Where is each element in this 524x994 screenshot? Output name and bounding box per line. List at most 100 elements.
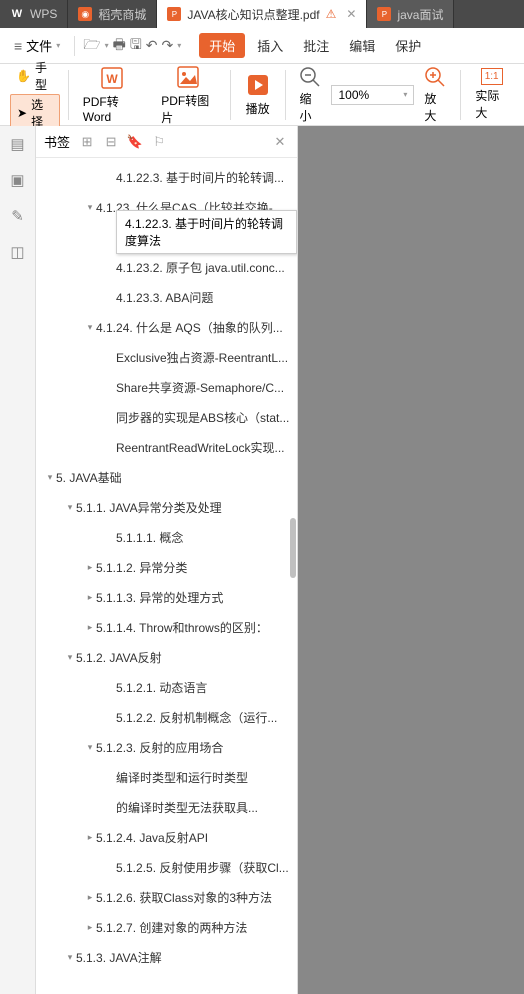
document-viewport[interactable]	[298, 126, 524, 994]
bookmark-tree-item[interactable]: ▸5.1.2.7. 创建对象的两种方法	[36, 912, 297, 942]
bookmark-tree-item[interactable]: 5.1.2.5. 反射使用步骤（获取Cl...	[36, 852, 297, 882]
collapse-toggle-icon[interactable]: ▾	[84, 202, 96, 213]
actual-size-button[interactable]: 1:1 实际大	[465, 64, 518, 125]
print-icon[interactable]: 🖶	[113, 34, 126, 58]
expand-toggle-icon[interactable]: ▸	[84, 622, 96, 633]
zoom-out-icon	[299, 66, 321, 88]
close-icon[interactable]: ✕	[346, 7, 356, 21]
bookmark-tree-item[interactable]: ▾5. JAVA基础	[36, 462, 297, 492]
bookmark-label: ReentrantReadWriteLock实现...	[116, 439, 285, 456]
actual-size-icon: 1:1	[481, 68, 503, 85]
expand-toggle-icon[interactable]: ▸	[84, 592, 96, 603]
panel-title: 书签	[44, 132, 70, 151]
bookmark-label: 5.1.1.3. 异常的处理方式	[96, 589, 223, 606]
svg-text:W: W	[106, 72, 118, 86]
pdf-icon: P	[377, 7, 391, 21]
pdf-to-image-button[interactable]: PDF转图片	[151, 60, 225, 130]
collapse-icon[interactable]: ⊟	[102, 133, 120, 151]
bookmark-label: 4.1.23.3. ABA问题	[116, 289, 213, 306]
undo-icon[interactable]: ↶	[146, 37, 158, 54]
bookmark-tree-item[interactable]: 4.1.22.3. 基于时间片的轮转调...	[36, 162, 297, 192]
expand-toggle-icon[interactable]: ▸	[84, 562, 96, 573]
bookmark-tree-item[interactable]: 5.1.1.1. 概念	[36, 522, 297, 552]
bookmark-tree-item[interactable]: ▸5.1.1.2. 异常分类	[36, 552, 297, 582]
cursor-icon: ➤	[17, 106, 27, 120]
collapse-toggle-icon[interactable]: ▾	[44, 472, 56, 483]
collapse-toggle-icon[interactable]: ▾	[64, 652, 76, 663]
bookmark-tree-item[interactable]: ▾4.1.24. 什么是 AQS（抽象的队列...	[36, 312, 297, 342]
bookmark-option-icon[interactable]: ⚐	[150, 133, 168, 151]
tab-active-document[interactable]: P JAVA核心知识点整理.pdf ⚠ ✕	[157, 0, 367, 28]
tab-label: WPS	[30, 7, 57, 21]
bookmark-tree-item[interactable]: 4.1.23.3. ABA问题	[36, 282, 297, 312]
collapse-toggle-icon[interactable]: ▾	[64, 952, 76, 963]
bookmark-tree-item[interactable]: 的编译时类型无法获取具...	[36, 792, 297, 822]
chevron-down-icon: ▾	[403, 90, 407, 99]
bookmark-label: 5.1.1.2. 异常分类	[96, 559, 187, 576]
bookmark-label: 5.1.2.5. 反射使用步骤（获取Cl...	[116, 859, 289, 876]
bookmark-tree-item[interactable]: 同步器的实现是ABS核心（stat...	[36, 402, 297, 432]
bookmark-tree-item[interactable]: ▾5.1.2. JAVA反射	[36, 642, 297, 672]
close-icon[interactable]: ✕	[271, 133, 289, 151]
pdf-to-word-button[interactable]: W PDF转Word	[73, 61, 151, 128]
tab-wps-home[interactable]: W WPS	[0, 0, 68, 28]
outline-icon[interactable]: ▤	[8, 134, 28, 154]
bookmark-label: 4.1.22.3. 基于时间片的轮转调...	[116, 169, 284, 186]
panel-tools: ⊞ ⊟ 🔖 ⚐ ✕	[78, 133, 289, 151]
collapse-toggle-icon[interactable]: ▾	[84, 322, 96, 333]
tab-edit[interactable]: 编辑	[341, 32, 383, 59]
bookmark-add-icon[interactable]: 🔖	[126, 133, 144, 151]
scrollbar-thumb[interactable]	[290, 518, 296, 578]
panel-header: 书签 ⊞ ⊟ 🔖 ⚐ ✕	[36, 126, 297, 158]
play-button[interactable]: 播放	[235, 68, 281, 121]
tab-other-document[interactable]: P java面试	[367, 0, 454, 28]
tab-insert[interactable]: 插入	[249, 32, 291, 59]
shop-icon: ◉	[78, 7, 92, 21]
menu-label: 文件	[26, 36, 52, 55]
hand-tool-button[interactable]: ✋ 手型	[10, 58, 60, 94]
zoom-out-button[interactable]: 缩小	[289, 62, 331, 128]
tool-group-mode: ✋ 手型 ➤ 选择	[6, 56, 64, 134]
bookmark-tree-item[interactable]: ▸5.1.1.4. Throw和throws的区别：	[36, 612, 297, 642]
layers-icon[interactable]: ◫	[8, 242, 28, 262]
word-convert-icon: W	[99, 65, 125, 91]
bookmark-tree-item[interactable]: 5.1.2.1. 动态语言	[36, 672, 297, 702]
tab-start[interactable]: 开始	[199, 33, 245, 58]
chevron-down-icon: ▾	[177, 41, 181, 50]
zoom-level-select[interactable]: 100% ▾	[331, 85, 414, 105]
bookmark-tree-item[interactable]: ▾5.1.3. JAVA注解	[36, 942, 297, 972]
bookmark-tree-item[interactable]: 编译时类型和运行时类型	[36, 762, 297, 792]
expand-toggle-icon[interactable]: ▸	[84, 832, 96, 843]
collapse-toggle-icon[interactable]: ▾	[84, 742, 96, 753]
bookmark-tree-item[interactable]: Share共享资源-Semaphore/C...	[36, 372, 297, 402]
bookmark-tree-item[interactable]: 5.1.2.2. 反射机制概念（运行...	[36, 702, 297, 732]
redo-icon[interactable]: ↷	[161, 37, 173, 54]
open-folder-icon[interactable]: 🗁	[83, 34, 100, 58]
expand-toggle-icon[interactable]: ▸	[84, 892, 96, 903]
bookmark-tree[interactable]: 4.1.22.3. 基于时间片的轮转调度算法 4.1.22.3. 基于时间片的轮…	[36, 158, 297, 994]
tab-label: 编辑	[349, 39, 375, 54]
bookmark-tree-item[interactable]: ▸5.1.2.4. Java反射API	[36, 822, 297, 852]
tab-protect[interactable]: 保护	[387, 32, 429, 59]
expand-icon[interactable]: ⊞	[78, 133, 96, 151]
bookmark-tree-item[interactable]: Exclusive独占资源-ReentrantL...	[36, 342, 297, 372]
tab-shop[interactable]: ◉ 稻壳商城	[68, 0, 157, 28]
bookmark-tree-item[interactable]: ▸5.1.2.6. 获取Class对象的3种方法	[36, 882, 297, 912]
bookmark-tree-item[interactable]: 4.1.23.2. 原子包 java.util.conc...	[36, 252, 297, 282]
bookmark-tree-item[interactable]: ▸5.1.1.3. 异常的处理方式	[36, 582, 297, 612]
collapse-toggle-icon[interactable]: ▾	[64, 502, 76, 513]
attachment-icon[interactable]: ✎	[8, 206, 28, 226]
thumbnail-icon[interactable]: ▣	[8, 170, 28, 190]
bookmark-tree-item[interactable]: ▾5.1.1. JAVA异常分类及处理	[36, 492, 297, 522]
separator	[68, 70, 69, 120]
wps-logo-icon: W	[10, 7, 24, 21]
bookmark-label: 编译时类型和运行时类型	[116, 769, 248, 786]
tab-review[interactable]: 批注	[295, 32, 337, 59]
bookmark-tree-item[interactable]: ▾5.1.2.3. 反射的应用场合	[36, 732, 297, 762]
save-icon[interactable]: 🖫	[130, 34, 142, 58]
tooltip-text: 4.1.22.3. 基于时间片的轮转调度算法	[125, 217, 283, 248]
separator	[74, 36, 75, 56]
expand-toggle-icon[interactable]: ▸	[84, 922, 96, 933]
bookmark-tree-item[interactable]: ReentrantReadWriteLock实现...	[36, 432, 297, 462]
zoom-in-button[interactable]: 放大	[414, 62, 456, 128]
